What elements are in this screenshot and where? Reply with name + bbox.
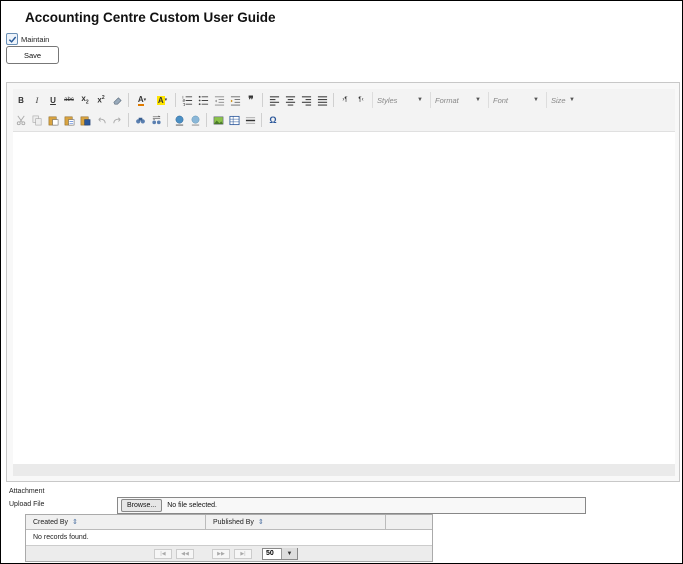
toolbar-separator (262, 93, 263, 107)
cut-icon[interactable] (13, 112, 29, 128)
column-header-actions (386, 515, 432, 529)
styles-dropdown-label: Styles (377, 95, 398, 105)
toolbar-separator (167, 113, 168, 127)
toolbar-row-2: Ω (13, 111, 281, 129)
page-size-value: 50 (266, 550, 274, 557)
align-left-icon[interactable] (266, 92, 282, 108)
grid-header: Created By ⇕ Published By ⇕ (26, 515, 432, 530)
editor-status-bar (13, 464, 675, 476)
toolbar-separator (128, 93, 129, 107)
align-right-icon[interactable] (298, 92, 314, 108)
editor-toolbar: B I U abc x2 x2 A ▾ A ▾ ❞ ›¶ ¶‹ Styles ▼… (13, 89, 675, 131)
size-dropdown-label: Size (551, 95, 566, 105)
sort-icon: ⇕ (257, 519, 264, 526)
browse-button[interactable]: Browse... (121, 499, 163, 512)
sort-icon: ⇕ (72, 519, 78, 526)
background-color-icon[interactable]: A ▾ (152, 92, 172, 108)
maintain-toggle[interactable]: Maintain (6, 33, 49, 45)
attachments-grid: Created By ⇕ Published By ⇕ No records f… (25, 514, 433, 562)
toolbar-separator (175, 93, 176, 107)
format-dropdown-label: Format (435, 95, 459, 105)
replace-icon[interactable] (148, 112, 164, 128)
page-frame: Accounting Centre Custom User Guide Main… (0, 0, 683, 564)
file-upload-field[interactable]: Browse... No file selected. (117, 497, 586, 514)
toolbar-separator (333, 93, 334, 107)
text-direction-ltr-icon[interactable]: ›¶ (337, 92, 353, 108)
italic-icon[interactable]: I (29, 92, 45, 108)
decrease-indent-icon[interactable] (211, 92, 227, 108)
bulleted-list-icon[interactable] (195, 92, 211, 108)
column-header-created-by[interactable]: Created By ⇕ (26, 515, 206, 529)
file-status-text: No file selected. (167, 502, 217, 509)
column-header-label: Published By (213, 518, 254, 526)
find-icon[interactable] (132, 112, 148, 128)
next-page-icon[interactable]: ▶▶ (212, 548, 230, 559)
prev-page-icon[interactable]: ◀◀ (176, 548, 194, 559)
paste-icon[interactable] (45, 112, 61, 128)
paste-text-icon[interactable] (61, 112, 77, 128)
maintain-label: Maintain (21, 34, 50, 44)
chevron-down-icon: ▼ (417, 97, 423, 103)
toolbar-row-1: B I U abc x2 x2 A ▾ A ▾ ❞ ›¶ ¶‹ Styles ▼… (13, 91, 579, 109)
image-icon[interactable] (210, 112, 226, 128)
increase-indent-icon[interactable] (227, 92, 243, 108)
superscript-icon[interactable]: x2 (93, 92, 109, 108)
font-dropdown-label: Font (493, 95, 509, 105)
redo-icon[interactable] (109, 112, 125, 128)
horizontal-rule-icon[interactable] (242, 112, 258, 128)
table-icon[interactable] (226, 112, 242, 128)
copy-icon[interactable] (29, 112, 45, 128)
numbered-list-icon[interactable] (179, 92, 195, 108)
align-center-icon[interactable] (282, 92, 298, 108)
special-character-icon[interactable]: Ω (265, 112, 281, 128)
undo-icon[interactable] (93, 112, 109, 128)
editor-content-area[interactable] (13, 131, 675, 464)
toolbar-separator (261, 113, 262, 127)
chevron-down-icon[interactable]: ▼ (281, 548, 297, 559)
styles-dropdown[interactable]: Styles ▼ (372, 92, 427, 108)
last-page-icon[interactable]: ▶| (234, 548, 252, 559)
remove-format-icon[interactable] (109, 92, 125, 108)
empty-message: No records found. (26, 530, 432, 546)
subscript-icon[interactable]: x2 (77, 92, 93, 108)
save-button[interactable]: Save (6, 46, 59, 64)
size-dropdown[interactable]: Size ▼ (546, 92, 579, 108)
format-dropdown[interactable]: Format ▼ (430, 92, 485, 108)
blockquote-icon[interactable]: ❞ (243, 92, 259, 108)
column-header-label: Created By (33, 518, 69, 526)
strikethrough-icon[interactable]: abc (61, 92, 77, 108)
justify-icon[interactable] (314, 92, 330, 108)
upload-file-label: Upload File (9, 501, 45, 508)
paste-word-icon[interactable] (77, 112, 93, 128)
maintain-checkbox[interactable] (6, 33, 18, 45)
unlink-icon[interactable] (187, 112, 203, 128)
text-direction-rtl-icon[interactable]: ¶‹ (353, 92, 369, 108)
first-page-icon[interactable]: |◀ (154, 548, 172, 559)
chevron-down-icon: ▼ (475, 97, 481, 103)
page-size-select[interactable]: 50 ▼ (262, 547, 298, 560)
chevron-down-icon: ▼ (569, 97, 575, 103)
attachment-heading: Attachment (9, 488, 45, 495)
link-icon[interactable] (171, 112, 187, 128)
toolbar-separator (128, 113, 129, 127)
chevron-down-icon: ▼ (533, 97, 539, 103)
text-color-icon[interactable]: A ▾ (132, 92, 152, 108)
column-header-published-by[interactable]: Published By ⇕ (206, 515, 386, 529)
page-title: Accounting Centre Custom User Guide (25, 10, 276, 25)
font-dropdown[interactable]: Font ▼ (488, 92, 543, 108)
underline-icon[interactable]: U (45, 92, 61, 108)
toolbar-separator (206, 113, 207, 127)
checkmark-icon (8, 36, 16, 43)
rich-text-editor: B I U abc x2 x2 A ▾ A ▾ ❞ ›¶ ¶‹ Styles ▼… (6, 82, 680, 482)
bold-icon[interactable]: B (13, 92, 29, 108)
grid-pager: |◀ ◀◀ ▶▶ ▶| 50 ▼ (26, 546, 432, 561)
